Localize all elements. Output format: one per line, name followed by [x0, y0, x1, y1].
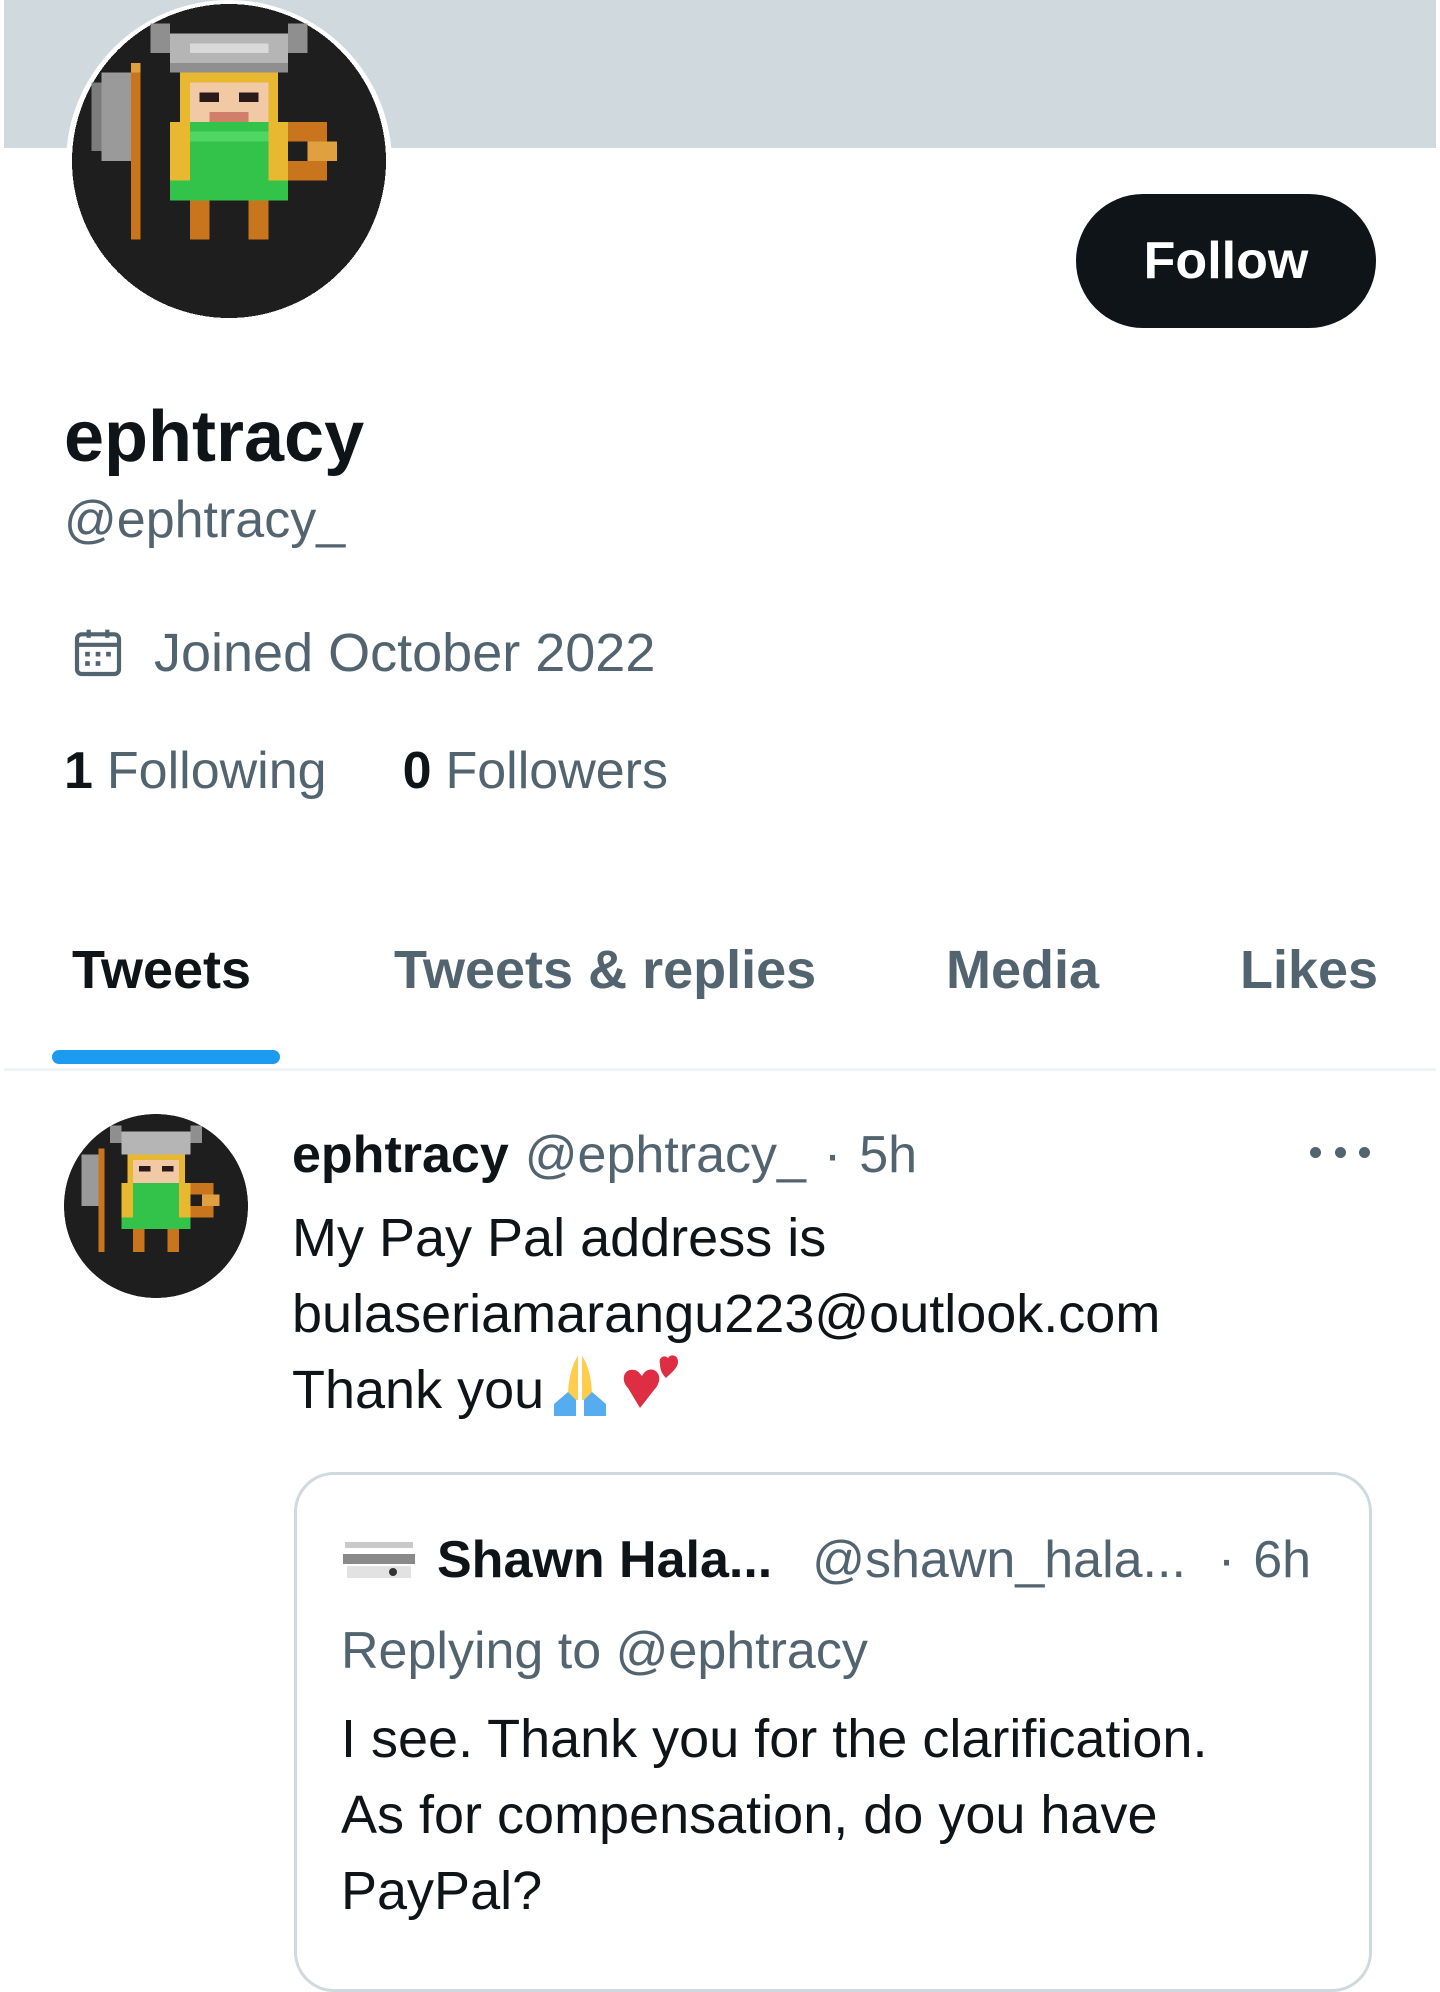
followers-label: Followers — [445, 742, 669, 800]
quoted-line: As for compensation, do you have — [341, 1785, 1158, 1845]
pixel-viking-avatar-image — [64, 1114, 248, 1298]
following-count: 1 — [64, 742, 93, 800]
followers-link[interactable]: 0 Followers — [403, 741, 668, 801]
follow-stats: 1 Following 0 Followers — [64, 736, 668, 806]
tweet-line: My Pay Pal address is — [292, 1208, 827, 1268]
profile-handle: @ephtracy_ — [64, 491, 346, 549]
tab-media[interactable]: Media — [946, 930, 1099, 1010]
active-tab-indicator — [52, 1050, 280, 1064]
separator-dot: · — [1217, 1531, 1236, 1589]
tab-tweets-and-replies[interactable]: Tweets & replies — [394, 930, 816, 1010]
tweet-line: Thank you — [292, 1360, 545, 1420]
tab-likes[interactable]: Likes — [1240, 930, 1378, 1010]
profile-display-name: ephtracy — [64, 397, 365, 477]
more-options-icon[interactable] — [1310, 1132, 1370, 1172]
quoted-tweet[interactable]: Shawn Hala... @shawn_hala... · 6h Replyi… — [294, 1472, 1372, 1992]
folded-hands-emoji — [554, 1356, 607, 1416]
tweet-author-avatar[interactable] — [64, 1114, 248, 1298]
pixel-viking-avatar-image — [72, 4, 386, 318]
follow-button[interactable]: Follow — [1076, 194, 1376, 328]
quoted-line: PayPal? — [341, 1861, 543, 1921]
tweet-line: bulaseriamarangu223@outlook.com — [292, 1284, 1161, 1344]
two-hearts-emoji — [623, 1355, 679, 1408]
more-dot — [1334, 1146, 1346, 1158]
replying-to: Replying to @ephtracy — [341, 1617, 868, 1685]
tweet-header: ephtracy @ephtracy_ · 5h — [292, 1120, 917, 1190]
quoted-timestamp: 6h — [1253, 1531, 1312, 1589]
quoted-author-avatar[interactable] — [341, 1530, 417, 1590]
more-dot — [1359, 1146, 1370, 1158]
followers-count: 0 — [402, 742, 432, 800]
profile-avatar[interactable] — [66, 0, 392, 326]
quoted-author-name: Shawn Hala... — [437, 1531, 773, 1589]
calendar-icon — [74, 629, 122, 677]
following-link[interactable]: 1 Following — [64, 741, 327, 801]
quoted-line: I see. Thank you for the clarification. — [341, 1709, 1208, 1769]
tweet-timestamp[interactable]: 5h — [859, 1125, 917, 1185]
profile-tabs: Tweets Tweets & replies Media Likes — [4, 900, 1436, 1071]
joined-date: Joined October 2022 — [70, 620, 655, 686]
tab-tweets[interactable]: Tweets — [72, 930, 251, 1010]
quoted-tweet-header: Shawn Hala... @shawn_hala... · 6h — [341, 1525, 1311, 1595]
tweet-text: My Pay Pal address is bulaseriamarangu22… — [292, 1200, 1372, 1428]
replying-to-handle[interactable]: @ephtracy — [616, 1622, 868, 1680]
following-label: Following — [106, 742, 327, 800]
joined-date-text: Joined October 2022 — [154, 623, 656, 683]
more-dot — [1310, 1146, 1321, 1158]
tweet-line-with-emoji: Thank you — [292, 1352, 1372, 1428]
separator-dot: · — [823, 1126, 842, 1184]
replying-to-prefix: Replying to — [341, 1622, 602, 1680]
quoted-tweet-text: I see. Thank you for the clarification. … — [341, 1701, 1341, 1929]
tweet-author-handle[interactable]: @ephtracy_ — [525, 1125, 806, 1185]
quoted-author-handle: @shawn_hala... — [812, 1531, 1186, 1589]
tweet-author-name[interactable]: ephtracy — [292, 1125, 509, 1185]
